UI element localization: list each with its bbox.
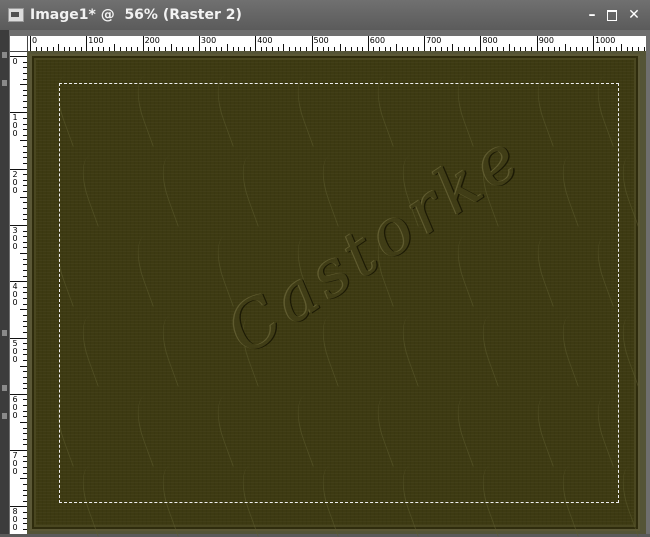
tool-marker-icon[interactable] — [2, 413, 7, 419]
ruler-tick — [20, 253, 27, 255]
ruler-label: 400 — [257, 36, 273, 45]
ruler-tick — [593, 36, 594, 51]
ruler-label: 900 — [538, 36, 554, 45]
window-titlebar[interactable]: Image1* @ 56% (Raster 2) – ✕ — [0, 0, 650, 30]
ruler-tick — [227, 44, 229, 51]
ruler-tick — [20, 478, 27, 480]
ruler-tick — [20, 140, 27, 142]
ruler-label: 2 0 0 — [12, 169, 18, 195]
ruler-tick — [367, 36, 369, 51]
ruler-label: 0 — [32, 36, 38, 45]
ruler-tick — [536, 36, 538, 51]
ruler-label: 6 0 0 — [12, 394, 18, 420]
image-canvas[interactable]: Castorke — [30, 54, 650, 537]
ruler-label: 1 0 0 — [12, 113, 18, 139]
ruler-tick — [114, 44, 116, 51]
ruler-tick — [283, 44, 285, 51]
texture-leaf — [613, 151, 650, 227]
ruler-tick — [20, 196, 27, 198]
ruler-tick — [142, 36, 144, 51]
tool-marker-icon[interactable] — [2, 330, 7, 336]
ruler-tick — [170, 44, 172, 51]
minimize-button[interactable]: – — [582, 6, 602, 24]
ruler-tick — [20, 421, 27, 423]
image-window: Image1* @ 56% (Raster 2) – ✕ 0 100 200 300 4… — [0, 0, 650, 537]
ruler-tick — [198, 36, 200, 51]
tool-marker-icon[interactable] — [2, 385, 7, 391]
ruler-label: 8 0 0 — [12, 507, 18, 533]
ruler-label: 200 — [144, 36, 160, 45]
ruler-tick — [30, 36, 31, 51]
ruler-tick — [311, 36, 313, 51]
ruler-corner — [10, 36, 28, 52]
ruler-label: 600 — [369, 36, 386, 45]
selection-marquee[interactable] — [59, 83, 619, 503]
ruler-tick — [395, 44, 397, 51]
ruler-label: 4 0 0 — [12, 282, 18, 308]
ruler-tick — [255, 36, 257, 51]
ruler-tick — [621, 44, 623, 51]
ruler-label: 0 — [12, 57, 18, 66]
ruler-label: 5 0 0 — [12, 338, 18, 364]
ruler-label: 1000 — [595, 36, 616, 45]
canvas-area[interactable]: Castorke — [27, 51, 650, 537]
texture-leaf — [613, 461, 650, 537]
ruler-label: 3 0 0 — [12, 225, 18, 251]
window-title: Image1* @ 56% (Raster 2) — [30, 7, 242, 23]
ruler-label: 100 — [88, 36, 104, 45]
ruler-tick — [452, 44, 454, 51]
texture-leaf — [613, 311, 650, 387]
ruler-tick — [20, 365, 27, 367]
ruler-tick — [20, 84, 27, 86]
ruler-label: 800 — [482, 36, 498, 45]
ruler-tick — [339, 44, 341, 51]
ruler-tick — [424, 36, 426, 51]
ruler-tick — [58, 44, 60, 51]
ruler-tick — [20, 309, 27, 311]
ruler-tick — [480, 36, 482, 51]
ruler-tick — [564, 44, 566, 51]
ruler-label: 500 — [313, 36, 329, 45]
horizontal-ruler[interactable]: 0 100 200 300 400 500 600 700 800 900 1000 — [10, 36, 646, 52]
ruler-label: 700 — [426, 36, 442, 45]
ruler-tick — [508, 44, 510, 51]
ruler-label: 7 0 0 — [12, 451, 18, 477]
tool-marker-icon[interactable] — [2, 52, 7, 58]
ruler-tick — [86, 36, 88, 51]
ruler-label: 300 — [200, 36, 217, 45]
maximize-button[interactable] — [602, 6, 622, 24]
image-document-icon[interactable] — [8, 8, 24, 22]
tool-marker-icon[interactable] — [2, 80, 7, 86]
vertical-ruler[interactable]: 0 1 0 0 2 0 0 3 0 0 4 0 0 5 0 0 6 0 0 7 0 0 8 0 … — [10, 51, 28, 534]
maximize-icon — [607, 10, 617, 21]
workspace-edge — [0, 30, 9, 534]
close-button[interactable]: ✕ — [624, 6, 644, 24]
